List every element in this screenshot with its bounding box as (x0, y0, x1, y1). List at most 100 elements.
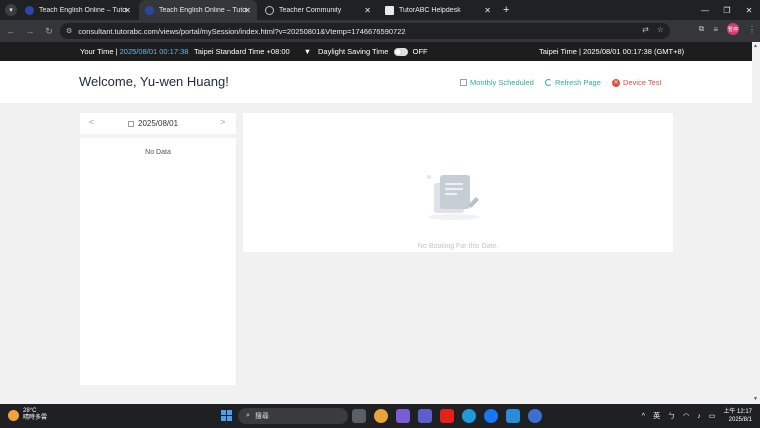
battery-icon[interactable]: ▭ (709, 412, 716, 420)
mail-icon[interactable] (506, 409, 520, 423)
media-control-icon[interactable]: ≡ (713, 25, 718, 34)
bookmark-star-icon[interactable]: ☆ (657, 25, 664, 34)
tab-title: TutorABC Helpdesk (399, 6, 461, 14)
no-booking-text: No Booking For this Date. (417, 243, 499, 250)
tab-title: Teach English Online – TutorABC (39, 6, 127, 14)
your-time: Your Time | 2025/08/01 00:17:38 (80, 47, 188, 56)
forward-arrow-icon[interactable]: → (22, 26, 38, 36)
back-arrow-icon[interactable]: ← (3, 26, 19, 36)
more-menu-icon[interactable]: ⋮ (748, 25, 756, 34)
search-icon: ⌕ (246, 412, 250, 419)
tab-title: Teacher Community (279, 6, 342, 14)
selected-date: 2025/08/01 (138, 119, 179, 128)
tab-helpdesk[interactable]: TutorABC Helpdesk ✕ (379, 0, 497, 20)
dst-toggle[interactable] (393, 48, 408, 57)
close-icon[interactable]: ✕ (484, 6, 491, 15)
scroll-down-icon[interactable]: ▼ (753, 396, 758, 402)
weather-temp: 28°C (23, 408, 37, 414)
your-time-value: 2025/08/01 00:17:38 (119, 47, 189, 56)
search-placeholder: 搜尋 (254, 413, 269, 420)
taskbar-search[interactable]: ⌕ 搜尋 (238, 408, 348, 424)
timezone-select[interactable]: Taipei Standard Time +08:00 ▼ (194, 47, 311, 56)
taskbar-clock[interactable]: 上午 12:17 2025/8/1 (723, 408, 752, 424)
extensions-icon[interactable]: ⧉ (699, 24, 705, 34)
weather-text: 28°C 晴時多雲 (23, 408, 47, 422)
tutorabc-favicon-icon (145, 5, 154, 15)
dst-state: OFF (412, 47, 428, 56)
weather-desc: 晴時多雲 (23, 415, 48, 421)
clock-time: 上午 12:17 (723, 409, 752, 415)
tab-teach-english-2[interactable]: Teach English Online – TutorABC ✕ (139, 0, 257, 20)
next-date-button[interactable]: > (220, 117, 225, 127)
dst-label: Daylight Saving Time (318, 47, 389, 56)
booking-panel: No Booking For this Date. (243, 113, 673, 252)
browser-toolbar: ← → ↻ ⚙ consultant.tutorabc.com/views/po… (0, 20, 760, 42)
facebook-icon[interactable] (484, 409, 498, 423)
scroll-up-icon[interactable]: ▲ (753, 43, 758, 49)
timezone-label: Taipei Standard Time +08:00 (194, 47, 290, 56)
refresh-icon (545, 79, 552, 86)
close-icon[interactable]: ✕ (124, 6, 131, 15)
tab-title: Teach English Online – TutorABC (159, 6, 247, 14)
profile-avatar[interactable]: 暫停 (727, 23, 739, 35)
ime-indicator[interactable]: 英 (653, 411, 660, 421)
browser-app-icon[interactable] (528, 409, 542, 423)
close-icon[interactable]: ✕ (244, 6, 251, 15)
taskbar-apps (352, 409, 542, 423)
reload-icon[interactable]: ↻ (41, 26, 57, 37)
volume-icon[interactable]: ♪ (697, 413, 701, 420)
window-close-icon[interactable]: ✕ (738, 0, 760, 20)
no-data-text: No Data (145, 149, 171, 156)
partly-cloudy-icon (8, 409, 19, 421)
site-info-icon[interactable]: ⚙ (66, 27, 72, 35)
ime-mode-icon[interactable]: ㄅ (668, 411, 675, 421)
translate-icon[interactable]: ⇄ (642, 25, 649, 34)
clock-date: 2025/8/1 (728, 417, 752, 423)
dropdown-triangle-icon[interactable]: ▼ (304, 47, 311, 56)
refresh-page-link[interactable]: Refresh Page (545, 78, 601, 87)
weather-widget[interactable]: 28°C 晴時多雲 (8, 408, 47, 422)
your-time-label: Your Time | (80, 47, 118, 56)
teams-icon[interactable] (418, 409, 432, 423)
time-bar: Your Time | 2025/08/01 00:17:38 Taipei S… (0, 42, 752, 61)
date-display[interactable]: 2025/08/01 (128, 119, 178, 128)
session-list-panel: No Data (80, 138, 236, 385)
refresh-page-label: Refresh Page (555, 78, 601, 87)
close-icon[interactable]: ✕ (364, 6, 371, 15)
window-controls: — ❐ ✕ (694, 0, 760, 20)
windows-start-icon[interactable] (221, 410, 232, 421)
monthly-scheduled-link[interactable]: Monthly Scheduled (460, 78, 534, 87)
document-icon (385, 5, 394, 15)
calendar-icon (128, 120, 134, 127)
tab-teacher-community[interactable]: Teacher Community ✕ (259, 0, 377, 20)
minimize-icon[interactable]: — (694, 0, 716, 20)
tab-teach-english-1[interactable]: Teach English Online – TutorABC ✕ (19, 0, 137, 20)
wifi-icon[interactable]: ◠ (683, 412, 689, 420)
device-test-label: Device Test (623, 78, 662, 87)
tab-search-icon[interactable]: ▾ (5, 4, 17, 16)
page-scrollbar[interactable]: ▲ ▼ (752, 42, 760, 404)
maximize-icon[interactable]: ❐ (716, 0, 738, 20)
youtube-icon[interactable] (440, 409, 454, 423)
monthly-scheduled-label: Monthly Scheduled (470, 78, 534, 87)
prev-date-button[interactable]: < (89, 117, 94, 127)
chrome-icon[interactable] (374, 409, 388, 423)
copilot-icon[interactable] (396, 409, 410, 423)
tutorabc-favicon-icon (25, 5, 34, 15)
new-tab-plus-icon[interactable]: + (503, 4, 509, 16)
taipei-time: Taipei Time | 2025/08/01 00:17:38 (GMT+8… (539, 47, 685, 56)
device-test-link[interactable]: ✕ Device Test (612, 78, 662, 87)
url-text[interactable]: consultant.tutorabc.com/views/portal/myS… (78, 27, 405, 36)
page-header: Welcome, Yu-wen Huang! Monthly Scheduled… (0, 61, 752, 103)
main-content: < 2025/08/01 > No Data No Booking For th… (0, 103, 752, 400)
globe-icon (265, 5, 274, 15)
date-picker: < 2025/08/01 > (80, 113, 236, 134)
edge-icon[interactable] (462, 409, 476, 423)
empty-document-icon (427, 175, 480, 220)
welcome-title: Welcome, Yu-wen Huang! (79, 74, 229, 89)
address-bar[interactable]: ⚙ consultant.tutorabc.com/views/portal/m… (60, 23, 670, 39)
calendar-icon (460, 79, 467, 86)
file-explorer-icon[interactable] (352, 409, 366, 423)
dst-toggle-group: Daylight Saving Time OFF (318, 47, 428, 57)
chevron-up-icon[interactable]: ^ (642, 413, 645, 420)
